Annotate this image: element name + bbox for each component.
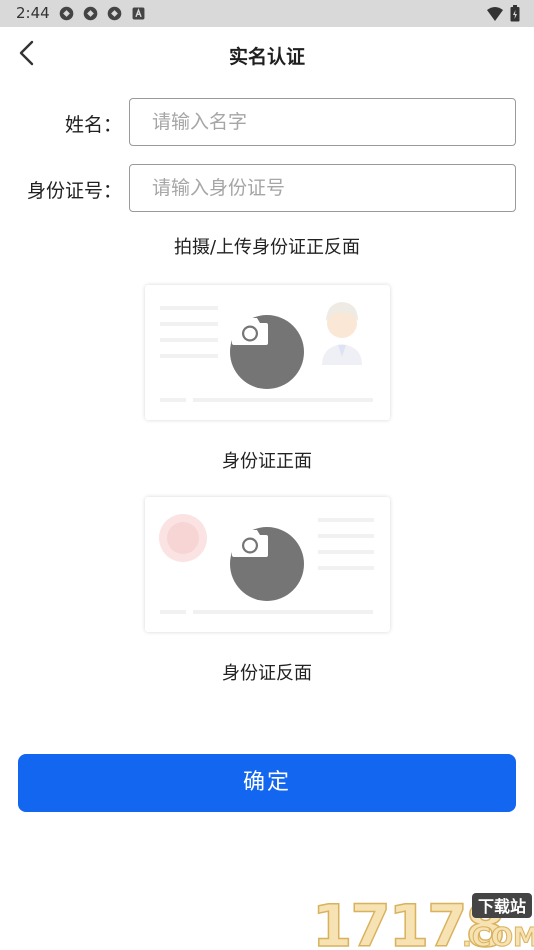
confirm-button[interactable]: 确定 bbox=[18, 754, 516, 812]
sync-icon bbox=[59, 6, 74, 21]
id-number-input[interactable] bbox=[129, 164, 516, 212]
camera-button-front[interactable] bbox=[230, 315, 304, 389]
status-system-icons bbox=[486, 5, 520, 22]
status-bar: 2:44 bbox=[0, 0, 534, 27]
id-back-caption: 身份证反面 bbox=[222, 663, 312, 684]
status-notification-icons bbox=[58, 5, 147, 22]
watermark-logo: 17178 下载站 .COM bbox=[312, 891, 534, 950]
watermark-badge: 下载站 bbox=[478, 897, 526, 916]
id-number-row: 身份证号： bbox=[0, 164, 534, 212]
id-back-upload-card[interactable] bbox=[145, 497, 390, 632]
wifi-icon bbox=[487, 6, 503, 21]
battery-icon bbox=[510, 5, 520, 22]
name-row: 姓名： bbox=[0, 98, 534, 146]
camera-icon bbox=[232, 530, 268, 557]
page-title: 实名认证 bbox=[228, 46, 305, 68]
upload-instruction: 拍摄/上传身份证正反面 bbox=[173, 237, 361, 258]
id-front-caption: 身份证正面 bbox=[222, 451, 312, 472]
sync-icon bbox=[83, 6, 98, 21]
id-front-upload-card[interactable] bbox=[145, 285, 390, 420]
name-label: 姓名： bbox=[64, 114, 122, 136]
status-time: 2:44 bbox=[16, 4, 50, 22]
id-number-label: 身份证号： bbox=[26, 180, 122, 202]
nav-bar: 实名认证 bbox=[0, 27, 534, 83]
camera-button-back[interactable] bbox=[230, 527, 304, 601]
sync-icon bbox=[107, 6, 122, 21]
watermark-suffix: .COM bbox=[462, 923, 534, 950]
name-input[interactable] bbox=[129, 98, 516, 146]
camera-icon bbox=[232, 318, 268, 345]
a-badge-icon bbox=[132, 7, 145, 20]
